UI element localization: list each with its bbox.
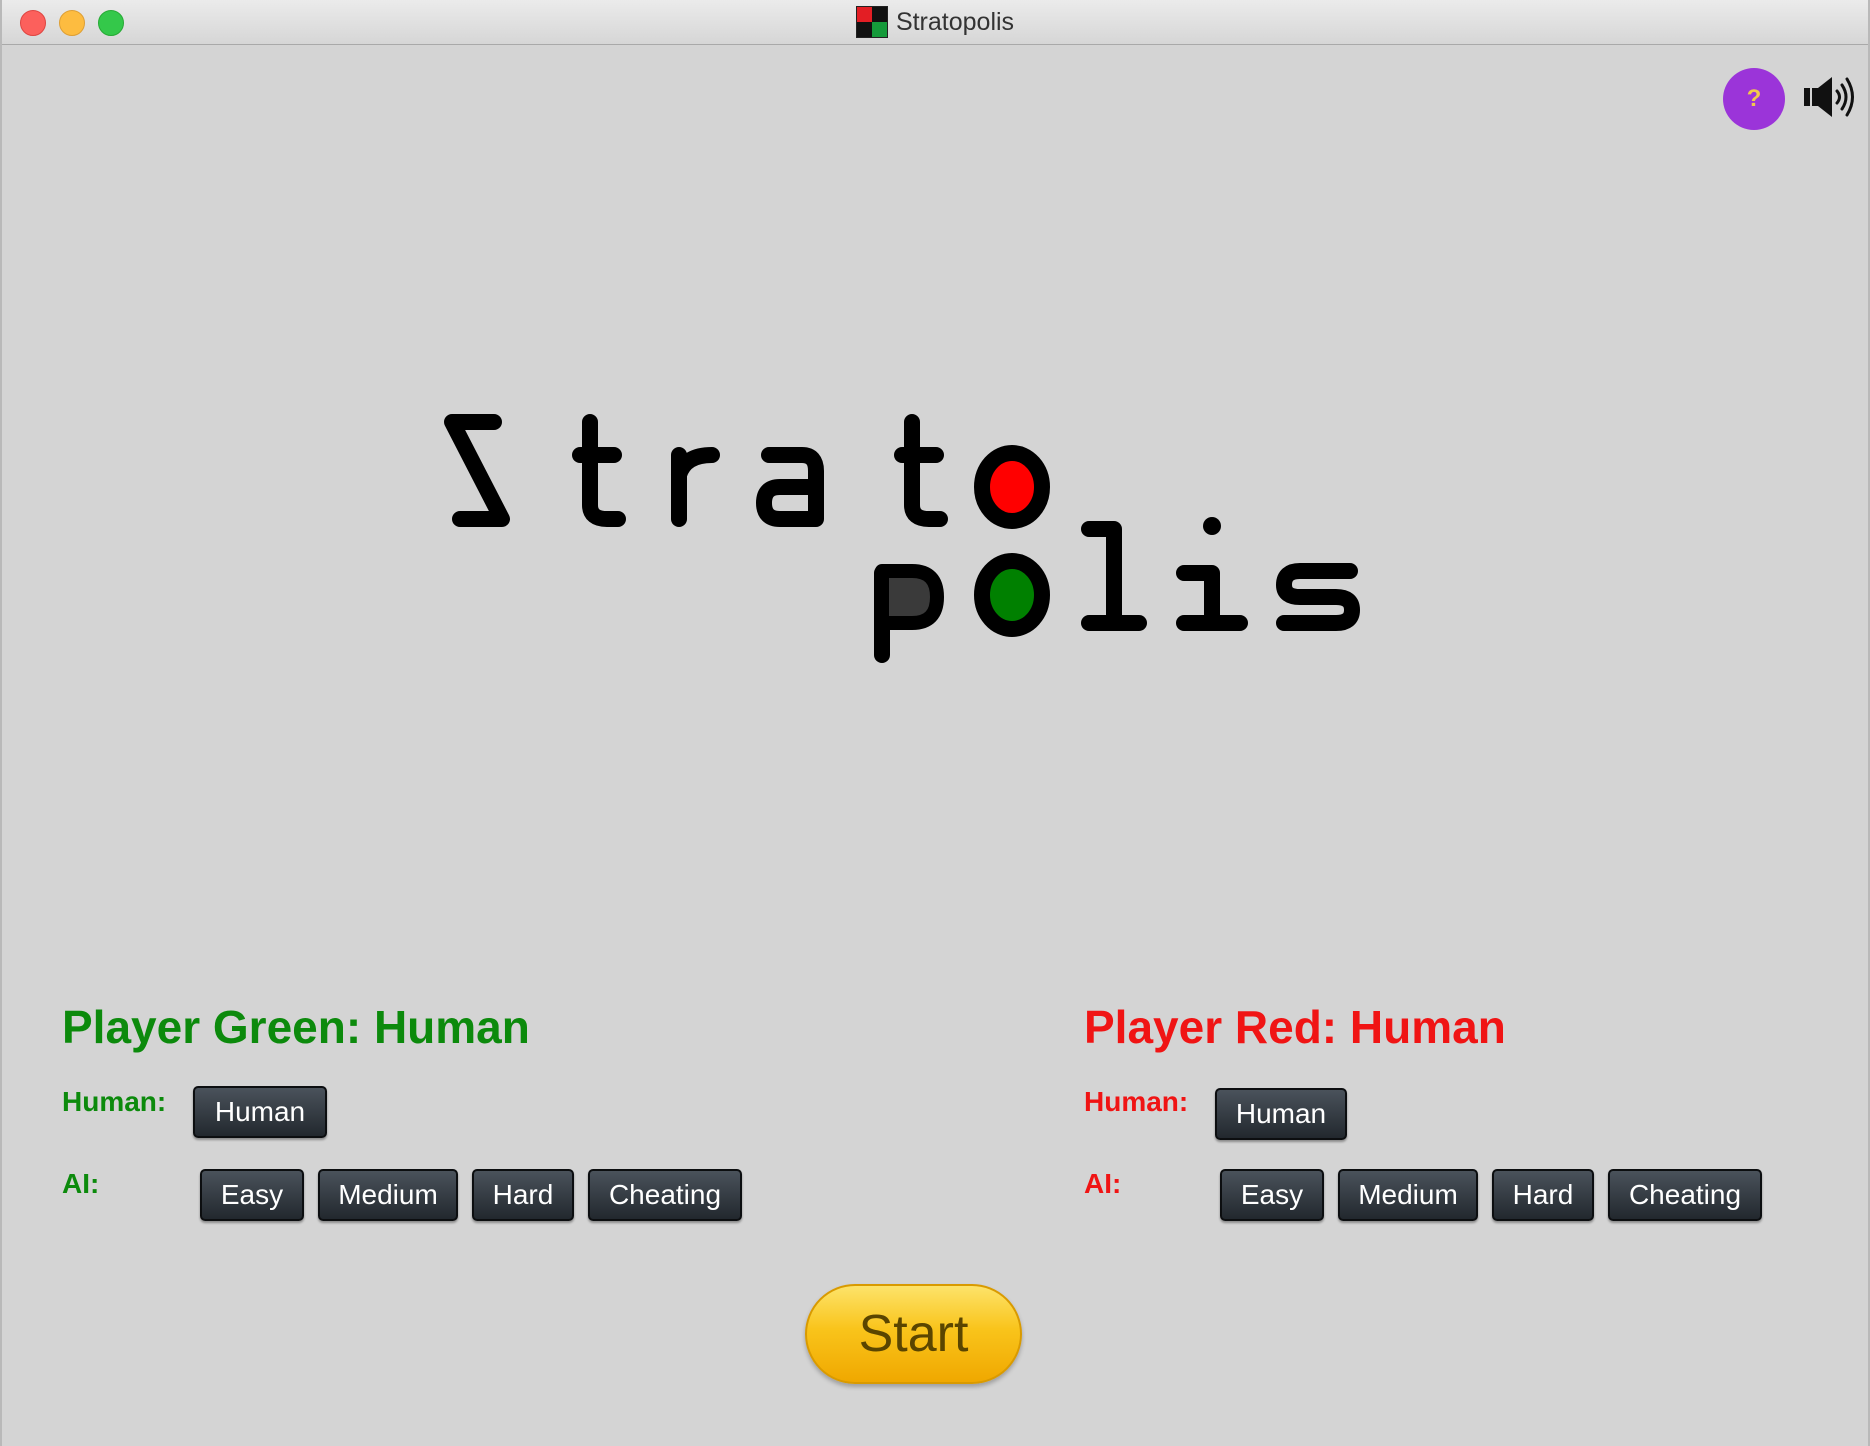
player-green-ai-medium-button[interactable]: Medium [318, 1169, 458, 1221]
title-bar: Stratopolis [2, 0, 1868, 45]
player-green-ai-hard-button[interactable]: Hard [472, 1169, 574, 1221]
player-green-ai-label: AI: [62, 1168, 100, 1199]
player-red-ai-medium-button[interactable]: Medium [1338, 1169, 1478, 1221]
player-red-ai-easy-button[interactable]: Easy [1220, 1169, 1324, 1221]
player-green-heading: Player Green: Human [62, 1001, 530, 1053]
start-button[interactable]: Start [805, 1284, 1022, 1384]
help-button[interactable]: ? [1723, 68, 1785, 130]
player-red-ai-label: AI: [1084, 1168, 1122, 1199]
player-green-panel: Player Green: Human Human: Human AI: Eas… [62, 1000, 822, 1240]
player-red-human-button[interactable]: Human [1215, 1088, 1347, 1140]
sound-toggle-button[interactable] [1802, 72, 1858, 122]
speaker-volume-icon [1804, 77, 1854, 117]
player-red-ai-hard-button[interactable]: Hard [1492, 1169, 1594, 1221]
app-icon [855, 6, 888, 38]
player-green-human-label: Human: [62, 1086, 167, 1117]
player-red-human-label: Human: [1084, 1086, 1189, 1117]
title-group: Stratopolis [2, 0, 1868, 44]
player-red-panel: Player Red: Human Human: Human AI: Easy … [1084, 1000, 1844, 1240]
player-green-ai-cheating-button[interactable]: Cheating [588, 1169, 742, 1221]
app-window: Stratopolis ? Player Green: Human Human:… [0, 0, 1870, 1446]
player-red-heading: Player Red: Human [1084, 1001, 1506, 1053]
stratopolis-logo [444, 414, 1360, 663]
window-title: Stratopolis [895, 7, 1015, 36]
player-green-ai-easy-button[interactable]: Easy [200, 1169, 304, 1221]
player-green-human-button[interactable]: Human [193, 1086, 327, 1138]
player-red-ai-cheating-button[interactable]: Cheating [1608, 1169, 1762, 1221]
